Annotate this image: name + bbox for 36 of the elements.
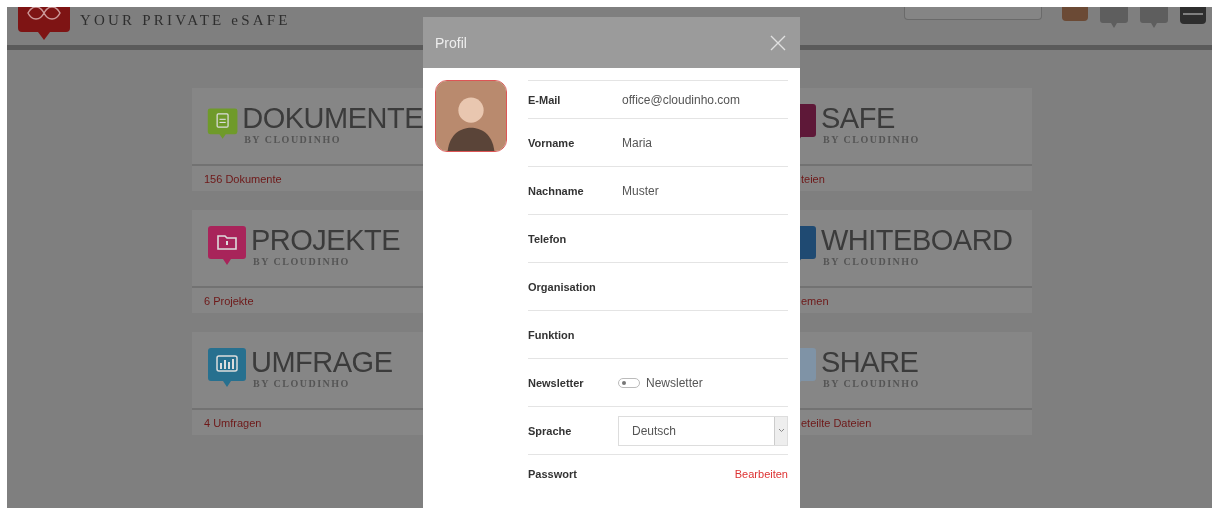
close-icon[interactable] [770, 34, 786, 51]
field-value: office@cloudinho.com [622, 92, 741, 107]
field-value: Muster [622, 183, 659, 198]
field-label: Organisation [528, 280, 597, 293]
logo-tagline: YOUR PRIVATE eSAFE [80, 12, 291, 29]
item-count[interactable]: 6 Projekte [192, 288, 423, 307]
item-count[interactable]: 4 Umfragen [192, 410, 423, 429]
field-label: Passwort [528, 467, 578, 480]
field-value: Maria [622, 135, 652, 150]
toggle-label: Newsletter [646, 375, 703, 390]
app-title: SAFE [821, 102, 896, 134]
app-title: PROJEKTE [251, 224, 401, 256]
dialog-title: Profil [435, 34, 467, 51]
language-select[interactable]: Deutsch [618, 415, 788, 446]
user-avatar[interactable] [1062, 7, 1088, 21]
app-title: SHARE [821, 346, 920, 378]
field-label: Sprache [528, 424, 573, 437]
field-label: Newsletter [528, 376, 585, 389]
app-title: WHITEBOARD [821, 224, 1013, 256]
toggle-switch[interactable] [618, 377, 640, 388]
avatar [435, 80, 507, 152]
chevron-down-icon [777, 428, 785, 433]
item-count[interactable]: 156 Dokumente [192, 166, 423, 185]
field-label: Vorname [528, 136, 576, 149]
field-label: E-Mail [528, 93, 562, 106]
item-count[interactable]: teien [800, 166, 1032, 185]
menu-icon[interactable] [1180, 7, 1206, 24]
app-title: UMFRAGE [251, 346, 393, 378]
field-label: Telefon [528, 232, 568, 245]
field-label: Funktion [528, 328, 576, 341]
item-count[interactable]: eteilte Dateien [800, 410, 1032, 429]
edit-link[interactable]: Bearbeiten [734, 467, 788, 480]
logo-icon [18, 7, 70, 40]
item-count[interactable]: emen [800, 288, 1032, 307]
field-label: Nachname [528, 184, 585, 197]
app-title: DOKUMENTE [242, 102, 423, 134]
